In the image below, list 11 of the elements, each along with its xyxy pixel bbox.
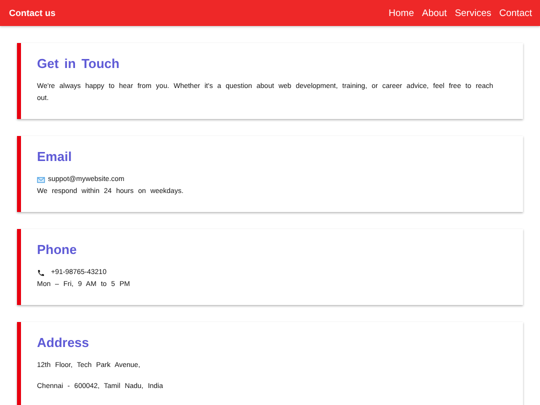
nav-link[interactable]: Services <box>454 8 492 18</box>
nav-link[interactable]: Contact <box>499 8 532 18</box>
card-heading: Phone <box>37 242 78 257</box>
envelope-icon <box>37 177 45 183</box>
site-title: Contact us <box>9 8 56 18</box>
card-heading: Get in Touch <box>37 56 120 71</box>
phone-icon <box>37 269 45 277</box>
card-heading: Email <box>37 149 73 164</box>
card-heading: Address <box>37 335 90 350</box>
nav-link[interactable]: About <box>422 8 447 18</box>
nav-link[interactable]: Home <box>388 8 414 18</box>
